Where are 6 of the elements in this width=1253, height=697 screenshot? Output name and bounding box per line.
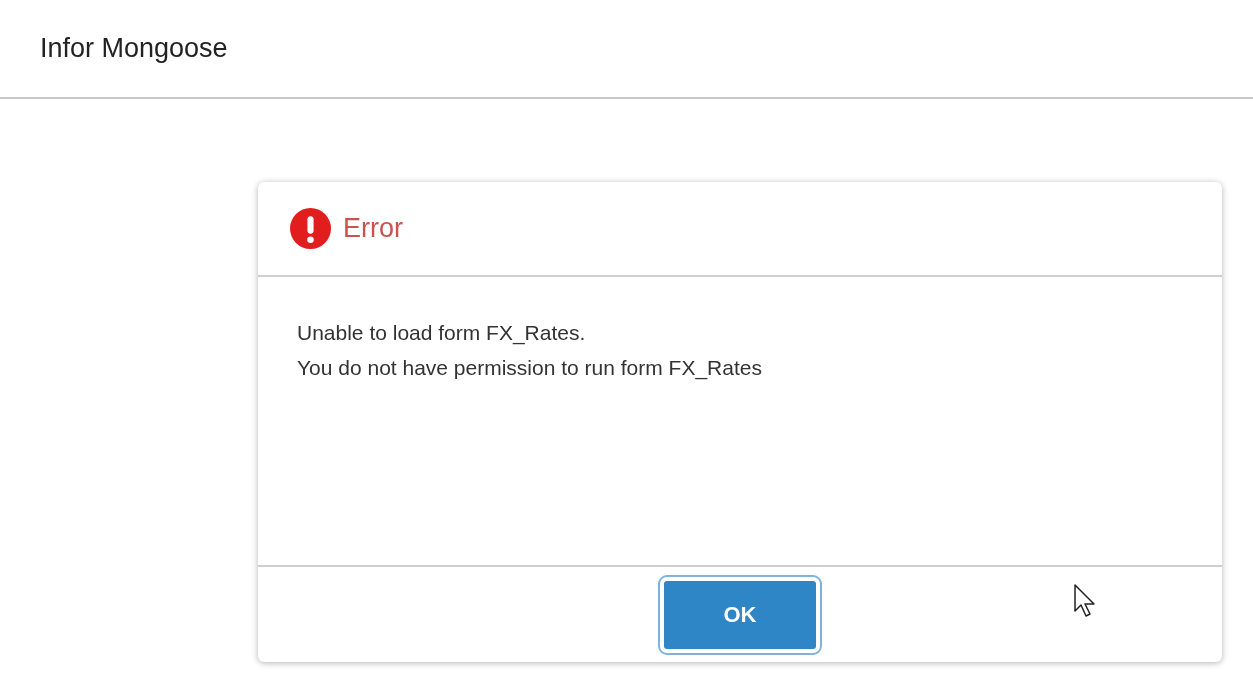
app-title: Infor Mongoose (40, 33, 228, 64)
ok-button[interactable]: OK (661, 577, 819, 652)
error-message: You do not have permission to run form FX_Rates (297, 355, 763, 382)
dialog-title: Error (343, 213, 403, 244)
error-message: Unable to load form FX_Rates. (297, 320, 587, 347)
mouse-pointer-icon (1074, 584, 1098, 618)
